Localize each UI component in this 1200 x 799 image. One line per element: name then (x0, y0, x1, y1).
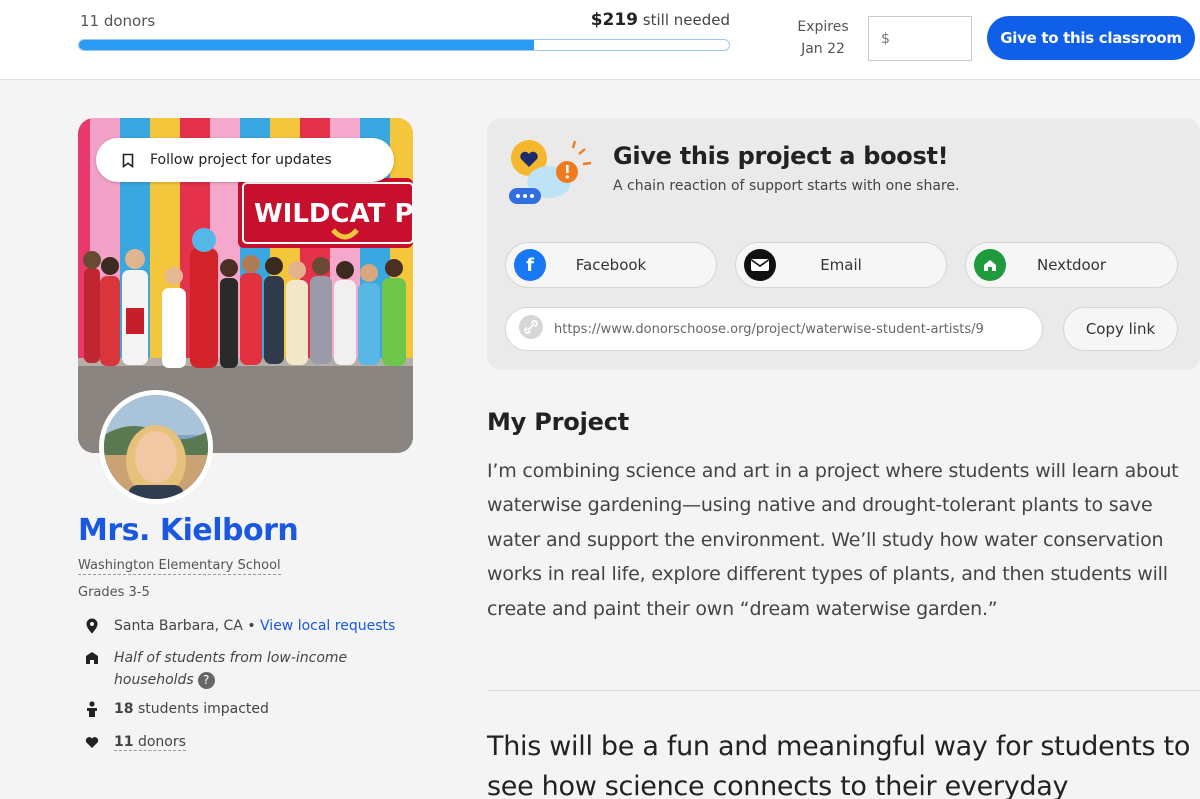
share-url-text: https://www.donorschoose.org/project/wat… (554, 321, 984, 337)
still-needed-label: still needed (642, 11, 730, 29)
section-divider (487, 690, 1200, 691)
donors-link[interactable]: 11 donors (114, 734, 186, 751)
give-to-classroom-button[interactable]: Give to this classroom (987, 16, 1195, 60)
follow-project-label: Follow project for updates (150, 152, 332, 168)
donors-label: donors (137, 734, 186, 750)
facebook-icon: f (514, 249, 546, 281)
expiration-info: Expires Jan 22 (790, 16, 856, 60)
project-description: I’m combining science and art in a proje… (487, 460, 1179, 620)
funding-progress-bar (78, 39, 730, 51)
grade-levels: Grades 3-5 (78, 585, 150, 600)
follow-project-button[interactable]: Follow project for updates (96, 138, 394, 182)
funding-progress-fill (79, 40, 534, 50)
amount-still-needed: $219 still needed (591, 10, 730, 30)
link-icon (518, 314, 544, 344)
share-url-field[interactable]: https://www.donorschoose.org/project/wat… (505, 307, 1043, 351)
funding-bar: 11 donors $219 still needed Expires Jan … (0, 0, 1200, 80)
income-note: Half of students from low‑income househo… (114, 650, 348, 688)
boost-title: Give this project a boost! (613, 142, 949, 170)
teacher-name[interactable]: Mrs. Kielborn (78, 513, 299, 548)
amount-needed: $219 (590, 10, 639, 30)
share-facebook-button[interactable]: f Facebook (505, 242, 717, 288)
donors-row: 11 donors (84, 734, 186, 751)
copy-link-button[interactable]: Copy link (1063, 307, 1178, 351)
share-chat-icon (509, 140, 592, 204)
donors-number: 11 (114, 734, 134, 750)
location-row: Santa Barbara, CA • View local requests (84, 618, 395, 634)
banner-text: WILDCAT PR (254, 199, 413, 229)
expires-label: Expires (797, 19, 849, 35)
teacher-portrait (104, 395, 208, 499)
view-local-requests-link[interactable]: View local requests (260, 618, 395, 634)
location-separator: • (247, 618, 256, 634)
project-highlight: This will be a fun and meaningful way fo… (487, 731, 1191, 799)
donation-amount-input[interactable] (868, 16, 972, 61)
students-label: students impacted (137, 701, 269, 717)
location-text: Santa Barbara, CA (114, 618, 243, 634)
help-icon[interactable]: ? (197, 672, 215, 689)
share-nextdoor-button[interactable]: Nextdoor (965, 242, 1178, 288)
share-email-button[interactable]: Email (735, 242, 947, 288)
student-icon (84, 701, 100, 717)
school-building-icon (84, 650, 100, 666)
students-count: 18 (114, 701, 134, 717)
bookmark-icon (122, 153, 134, 168)
heart-icon (84, 734, 100, 750)
nextdoor-icon (974, 249, 1006, 281)
my-project-heading: My Project (487, 408, 630, 436)
students-row: 18 students impacted (84, 701, 269, 717)
income-row: Half of students from low‑income househo… (84, 647, 384, 691)
email-icon (744, 249, 776, 281)
teacher-avatar (99, 390, 213, 504)
boost-subtitle: A chain reaction of support starts with … (613, 178, 960, 194)
expires-date: Jan 22 (801, 41, 845, 57)
school-name[interactable]: Washington Elementary School (78, 558, 281, 575)
location-pin-icon (84, 618, 100, 634)
share-boost-card: Give this project a boost! A chain react… (487, 118, 1200, 370)
donors-count: 11 donors (80, 12, 156, 30)
